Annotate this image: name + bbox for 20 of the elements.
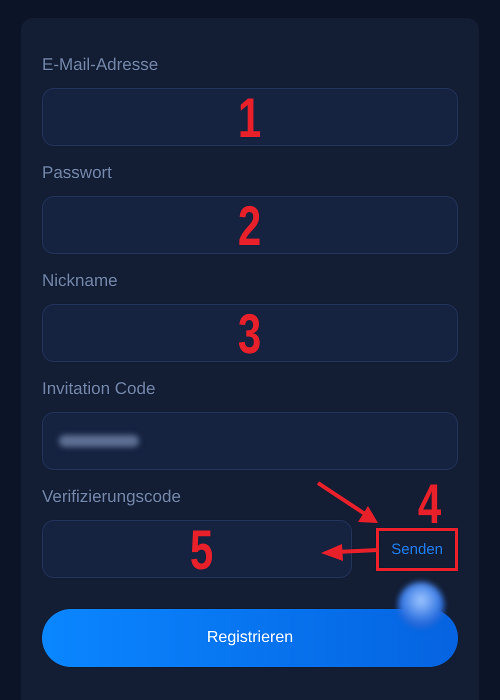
blurred-circle-icon — [398, 582, 444, 628]
input-field[interactable] — [42, 196, 458, 254]
blurred-text-icon — [59, 435, 139, 447]
input-field[interactable] — [42, 304, 458, 362]
register-button[interactable]: Registrieren — [42, 609, 458, 667]
field-label: Nickname — [42, 270, 118, 292]
field-label: Invitation Code — [42, 378, 156, 400]
annotation-arrow — [321, 544, 378, 561]
field-label: Verifizierungscode — [42, 486, 181, 508]
send-button[interactable]: Senden — [376, 528, 458, 570]
annotation-number: 2 — [238, 198, 262, 254]
annotation-arrow — [316, 481, 378, 523]
annotation-number: 1 — [238, 90, 262, 146]
field-label: Passwort — [42, 162, 112, 184]
annotation-number: 5 — [190, 522, 214, 578]
input-field[interactable] — [42, 412, 458, 470]
input-field[interactable] — [42, 88, 458, 146]
annotation-number: 3 — [238, 306, 262, 362]
input-field[interactable] — [42, 520, 352, 578]
field-label: E-Mail-Adresse — [42, 54, 158, 76]
